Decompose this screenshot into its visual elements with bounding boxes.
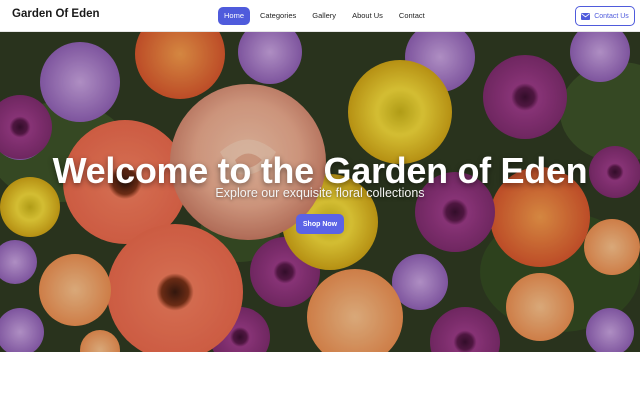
brand-logo[interactable]: Garden Of Eden: [12, 8, 100, 20]
shop-now-button[interactable]: Shop Now: [296, 214, 344, 234]
contact-us-label: Contact Us: [594, 12, 629, 20]
mail-icon: [581, 12, 591, 20]
hero-subtitle: Explore our exquisite floral collections: [215, 186, 425, 200]
nav-item-about-us[interactable]: About Us: [346, 7, 389, 25]
nav-item-gallery[interactable]: Gallery: [306, 7, 342, 25]
hero-section: Welcome to the Garden of Eden Explore ou…: [0, 32, 640, 352]
contact-us-button[interactable]: Contact Us: [575, 6, 635, 26]
nav-item-home[interactable]: Home: [218, 7, 251, 25]
navbar: Garden Of Eden Home Categories Gallery A…: [0, 0, 640, 32]
nav-item-contact[interactable]: Contact: [393, 7, 431, 25]
nav-links: Home Categories Gallery About Us Contact: [218, 7, 431, 25]
content-area: [0, 352, 640, 400]
nav-item-categories[interactable]: Categories: [254, 7, 302, 25]
